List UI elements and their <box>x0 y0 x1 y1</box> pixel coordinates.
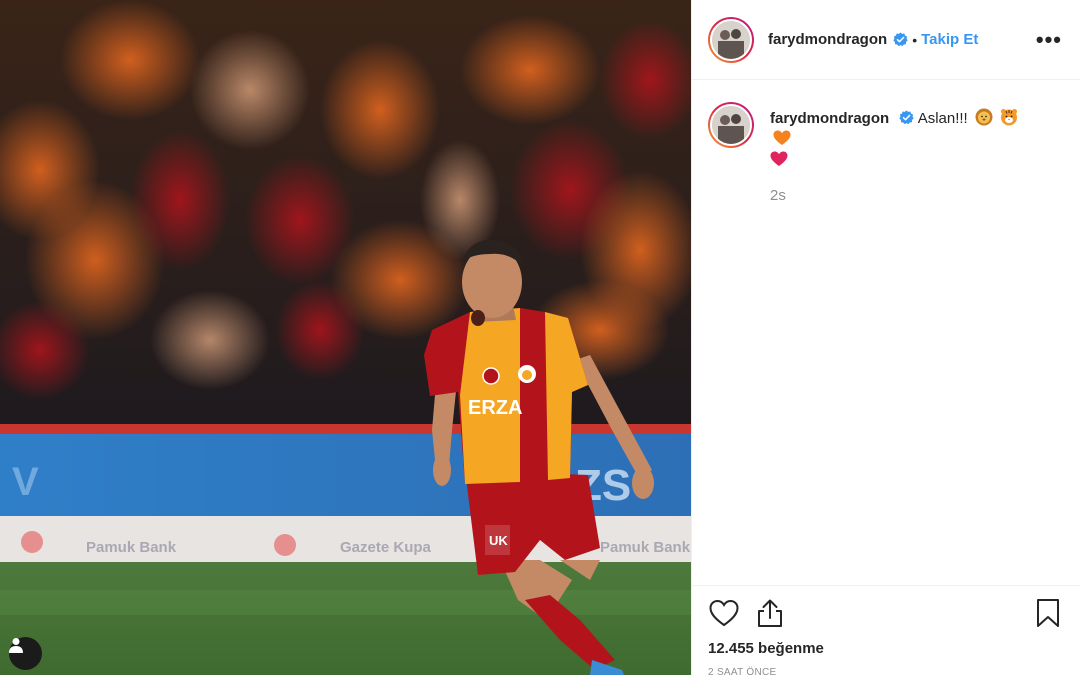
caption-avatar[interactable] <box>708 102 754 148</box>
share-button[interactable] <box>754 597 786 629</box>
orange-heart-emoji <box>773 130 791 145</box>
more-options-icon[interactable]: ••• <box>1036 28 1062 50</box>
red-heart-emoji <box>770 151 788 166</box>
user-tag-icon <box>9 638 23 653</box>
caption-age: 2s <box>770 187 786 204</box>
post-header: farydmondragon • Takip Et ••• <box>692 0 1080 80</box>
bookmark-icon <box>1037 599 1059 627</box>
save-button[interactable] <box>1032 597 1064 629</box>
share-icon <box>758 599 782 627</box>
user-tag-button[interactable] <box>9 637 42 670</box>
follow-button[interactable]: Takip Et <box>921 31 978 48</box>
avatar[interactable] <box>708 16 754 63</box>
header-username[interactable]: farydmondragon <box>768 31 887 48</box>
verified-badge-icon <box>893 32 908 47</box>
post-photo[interactable]: V ZS Pamuk Bank Gazete Kupa Pamuk Bank U… <box>0 0 691 675</box>
board-text-2: Gazete Kupa <box>340 539 432 556</box>
shorts-logo: UK <box>489 533 508 548</box>
shirt-sponsor: ERZA <box>468 397 522 419</box>
post-actions: 12.455 beğenme 2 SAAT ÖNCE <box>692 585 1080 675</box>
caption-username[interactable]: farydmondragon <box>770 110 889 127</box>
likes-count[interactable]: 12.455 beğenme <box>708 640 1064 657</box>
lion-face-emoji <box>975 108 993 126</box>
verified-badge-icon <box>899 110 914 125</box>
caption-text: Aslan!!! <box>917 110 968 127</box>
board-text-3: Pamuk Bank <box>600 539 691 556</box>
tiger-face-emoji <box>1001 109 1018 126</box>
like-button[interactable] <box>708 597 740 629</box>
svg-text:V: V <box>12 460 39 504</box>
post-side-panel: farydmondragon • Takip Et ••• farydmondr… <box>691 0 1080 675</box>
header-separator: • <box>912 31 918 48</box>
heart-icon <box>709 599 739 627</box>
board-text-1: Pamuk Bank <box>86 539 177 556</box>
football-photo: V ZS Pamuk Bank Gazete Kupa Pamuk Bank U… <box>0 0 691 675</box>
post-timestamp: 2 SAAT ÖNCE <box>708 667 777 675</box>
instagram-post: V ZS Pamuk Bank Gazete Kupa Pamuk Bank U… <box>0 0 1080 675</box>
post-caption: farydmondragon Aslan!!! 2s <box>692 80 1080 206</box>
